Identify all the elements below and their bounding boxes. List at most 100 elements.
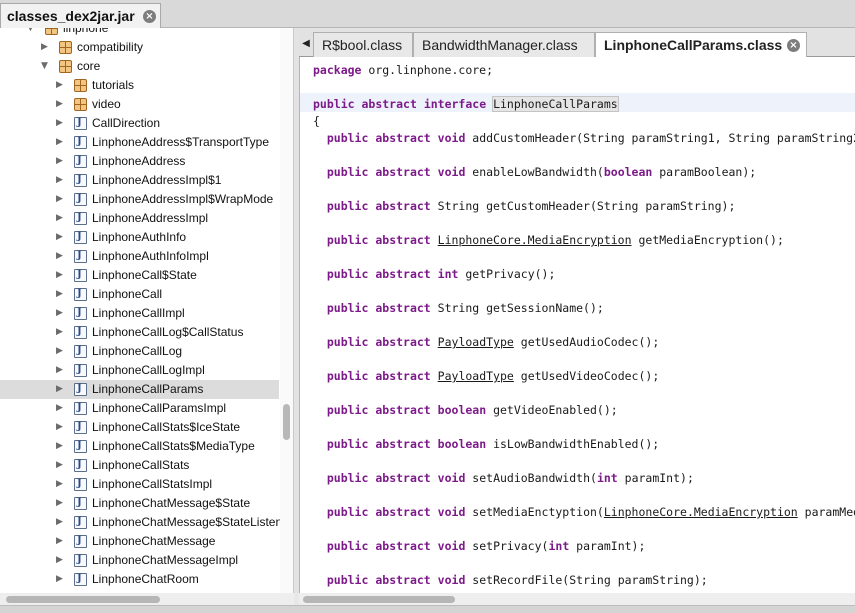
keyword: abstract <box>361 97 417 111</box>
tree-item-label: LinphoneAddress <box>92 154 186 168</box>
chevron-right-icon[interactable]: ▶ <box>56 380 66 399</box>
close-icon[interactable]: × <box>143 10 156 23</box>
tree-item[interactable]: ▶ LinphoneChatRoom <box>0 570 279 589</box>
chevron-right-icon[interactable]: ▶ <box>56 456 66 475</box>
tree-item[interactable]: ▶ tutorials <box>0 76 279 95</box>
chevron-right-icon[interactable]: ▶ <box>56 152 66 171</box>
chevron-right-icon[interactable]: ▶ <box>56 494 66 513</box>
tree-item[interactable]: ▶ LinphoneChatMessage$StateListene <box>0 513 289 532</box>
tree-item[interactable]: ▶ LinphoneChatMessageImpl <box>0 551 279 570</box>
chevron-right-icon[interactable]: ▶ <box>56 342 66 361</box>
chevron-right-icon[interactable]: ▶ <box>56 323 66 342</box>
scrollbar-thumb[interactable] <box>6 596 160 603</box>
tree-item[interactable]: ▶ LinphoneCallLog <box>0 342 279 361</box>
tree-item[interactable]: ▶ LinphoneAddress$TransportType <box>0 133 279 152</box>
keyword: public <box>326 573 369 587</box>
chevron-right-icon[interactable]: ▶ <box>56 209 66 228</box>
chevron-right-icon[interactable]: ▶ <box>56 266 66 285</box>
chevron-right-icon[interactable]: ▶ <box>56 570 66 589</box>
java-class-icon <box>74 174 87 187</box>
tree-item-label: LinphoneChatRoom <box>92 572 199 586</box>
tree-item[interactable]: ▶ LinphoneAddressImpl$1 <box>0 171 279 190</box>
chevron-right-icon[interactable]: ▶ <box>56 171 66 190</box>
chevron-right-icon[interactable]: ▶ <box>56 399 66 418</box>
tree-item[interactable]: ▶ LinphoneAddressImpl$WrapMode <box>0 190 279 209</box>
keyword: int <box>548 539 570 553</box>
tree-item[interactable]: ▶ compatibility <box>0 38 279 57</box>
tab-linphonecallparams[interactable]: LinphoneCallParams.class × <box>595 32 807 58</box>
tab-bandwidthmanager[interactable]: BandwidthManager.class <box>413 32 595 57</box>
tree-item-label: LinphoneCallLog$CallStatus <box>92 325 244 339</box>
chevron-right-icon[interactable]: ▶ <box>56 285 66 304</box>
keyword: abstract <box>375 471 431 485</box>
tree-item[interactable]: ▼ core <box>0 57 279 76</box>
type-link[interactable]: PayloadType <box>438 369 514 383</box>
tree-item[interactable]: ▶ LinphoneCallStats$MediaType <box>0 437 279 456</box>
chevron-right-icon[interactable]: ▶ <box>56 418 66 437</box>
chevron-right-icon[interactable]: ▶ <box>56 95 66 114</box>
tree-item[interactable]: ▶ LinphoneCallParams <box>0 380 279 399</box>
keyword: abstract <box>375 131 431 145</box>
tree-item[interactable]: ▶ LinphoneCallLogImpl <box>0 361 279 380</box>
editor-horizontal-scrollbar[interactable] <box>299 593 855 605</box>
chevron-right-icon[interactable]: ▶ <box>56 304 66 323</box>
code-line: public abstract void setRecordFile(Strin… <box>313 572 708 588</box>
file-tab[interactable]: classes_dex2jar.jar × <box>0 3 161 28</box>
tree-item[interactable]: ▶ LinphoneCallImpl <box>0 304 279 323</box>
file-tab-label: classes_dex2jar.jar <box>7 8 135 24</box>
tree-horizontal-scrollbar[interactable] <box>0 593 294 605</box>
chevron-right-icon[interactable]: ▶ <box>56 133 66 152</box>
chevron-down-icon[interactable]: ▼ <box>41 57 51 76</box>
tree-item[interactable]: ▶ LinphoneChatMessage$State <box>0 494 279 513</box>
tree-item[interactable]: ▶ LinphoneChatMessage <box>0 532 279 551</box>
tree-item[interactable]: ▶ CallDirection <box>0 114 279 133</box>
tree-item[interactable]: ▶ LinphoneCallParamsImpl <box>0 399 279 418</box>
scrollbar-thumb[interactable] <box>303 596 455 603</box>
type-link[interactable]: LinphoneCore.MediaEncryption <box>438 233 632 247</box>
java-class-icon <box>74 402 87 415</box>
tab-scroll-left-icon[interactable]: ◀ <box>299 34 313 53</box>
close-icon[interactable]: × <box>787 39 800 52</box>
chevron-right-icon[interactable]: ▶ <box>56 532 66 551</box>
tree-item[interactable]: ▶ LinphoneCallStats <box>0 456 279 475</box>
tree-item[interactable]: ▶ LinphoneCallStatsImpl <box>0 475 279 494</box>
tree-item-label: core <box>77 59 101 73</box>
chevron-right-icon[interactable]: ▶ <box>56 247 66 266</box>
chevron-right-icon[interactable]: ▶ <box>56 361 66 380</box>
chevron-right-icon[interactable]: ▶ <box>56 437 66 456</box>
tree-item[interactable]: ▶ LinphoneAuthInfoImpl <box>0 247 279 266</box>
tree-item[interactable]: ▶ LinphoneCall$State <box>0 266 279 285</box>
chevron-right-icon[interactable]: ▶ <box>56 76 66 95</box>
tree-item[interactable]: ▶ LinphoneAddress <box>0 152 279 171</box>
tree-vertical-scrollbar[interactable] <box>280 28 293 593</box>
code-editor[interactable]: package org.linphone.core; public abstrac… <box>299 57 855 593</box>
type-link[interactable]: LinphoneCore.MediaEncryption <box>604 505 798 519</box>
keyword: abstract <box>375 505 431 519</box>
chevron-right-icon[interactable]: ▶ <box>56 551 66 570</box>
tree-item[interactable]: ▶ LinphoneCallLog$CallStatus <box>0 323 279 342</box>
chevron-right-icon[interactable]: ▶ <box>56 114 66 133</box>
tree-item[interactable]: ▶ LinphoneAuthInfo <box>0 228 279 247</box>
tree-item[interactable]: ▼ linphone <box>0 28 279 38</box>
chevron-down-icon[interactable]: ▼ <box>27 28 37 38</box>
scrollbar-thumb[interactable] <box>283 404 290 440</box>
tree-item[interactable]: ▶ LinphoneCall <box>0 285 279 304</box>
chevron-right-icon[interactable]: ▶ <box>41 38 51 57</box>
tree-item-label: LinphoneChatMessage$StateListene <box>92 515 289 529</box>
chevron-right-icon[interactable]: ▶ <box>56 228 66 247</box>
type-link[interactable]: PayloadType <box>438 335 514 349</box>
tab-rbool[interactable]: R$bool.class <box>313 32 413 57</box>
chevron-right-icon[interactable]: ▶ <box>56 513 66 532</box>
tree-item[interactable]: ▶ LinphoneCallStats$IceState <box>0 418 279 437</box>
tree-item[interactable]: ▶ video <box>0 95 279 114</box>
chevron-right-icon[interactable]: ▶ <box>56 190 66 209</box>
tree-item[interactable]: ▶ LinphoneAddressImpl <box>0 209 279 228</box>
package-icon <box>74 98 87 111</box>
chevron-right-icon[interactable]: ▶ <box>56 475 66 494</box>
